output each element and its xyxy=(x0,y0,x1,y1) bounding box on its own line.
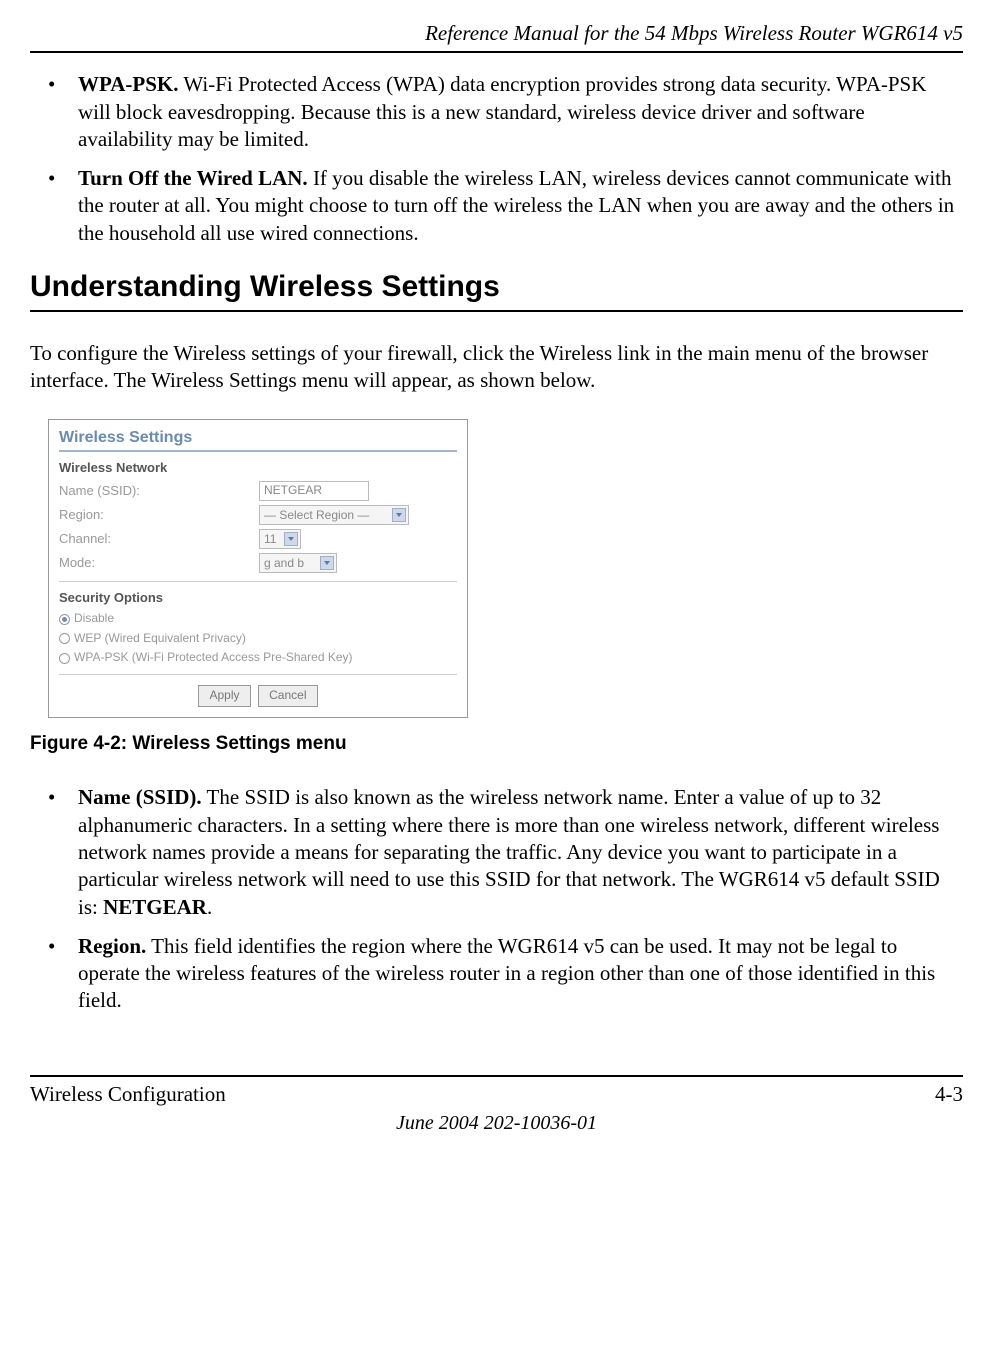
bottom-bullet-list: Name (SSID). The SSID is also known as t… xyxy=(30,784,963,1014)
radio-wpa-row[interactable]: WPA-PSK (Wi-Fi Protected Access Pre-Shar… xyxy=(59,650,457,666)
region-select[interactable]: — Select Region — xyxy=(259,505,409,525)
chevron-down-icon xyxy=(284,532,298,546)
radio-disable-row[interactable]: Disable xyxy=(59,611,457,627)
bullet-text-after: . xyxy=(207,895,212,919)
channel-value: 11 xyxy=(264,532,276,548)
ssid-row: Name (SSID): NETGEAR xyxy=(59,481,457,501)
bullet-bold: Name (SSID). xyxy=(78,785,202,809)
footer-page: 4-3 xyxy=(935,1081,963,1108)
mode-select[interactable]: g and b xyxy=(259,553,337,573)
bullet-text: This field identifies the region where t… xyxy=(78,934,935,1013)
mode-row: Mode: g and b xyxy=(59,553,457,573)
footer-row: Wireless Configuration 4-3 xyxy=(30,1081,963,1108)
bullet-bold: Turn Off the Wired LAN. xyxy=(78,166,308,190)
wireless-network-label: Wireless Network xyxy=(59,460,457,477)
panel-divider xyxy=(59,581,457,582)
radio-icon xyxy=(59,633,70,644)
panel-buttons: Apply Cancel xyxy=(59,685,457,707)
footer-date: June 2004 202-10036-01 xyxy=(30,1110,963,1136)
region-row: Region: — Select Region — xyxy=(59,505,457,525)
region-value: — Select Region — xyxy=(264,508,369,524)
top-bullet-list: WPA-PSK. Wi-Fi Protected Access (WPA) da… xyxy=(30,71,963,247)
ssid-label: Name (SSID): xyxy=(59,483,259,500)
panel-title-rule xyxy=(59,450,457,452)
mode-label: Mode: xyxy=(59,555,259,572)
chevron-down-icon xyxy=(392,508,406,522)
radio-label: WEP (Wired Equivalent Privacy) xyxy=(74,631,246,647)
figure-container: Wireless Settings Wireless Network Name … xyxy=(48,419,963,718)
channel-label: Channel: xyxy=(59,531,259,548)
list-item: Turn Off the Wired LAN. If you disable t… xyxy=(30,165,963,247)
channel-select[interactable]: 11 xyxy=(259,529,301,549)
radio-label: Disable xyxy=(74,611,114,627)
apply-button[interactable]: Apply xyxy=(198,685,250,707)
ssid-input[interactable]: NETGEAR xyxy=(259,481,369,501)
cancel-button[interactable]: Cancel xyxy=(258,685,317,707)
header-title: Reference Manual for the 54 Mbps Wireles… xyxy=(30,20,963,47)
list-item: Name (SSID). The SSID is also known as t… xyxy=(30,784,963,920)
bullet-bold: WPA-PSK. xyxy=(78,72,179,96)
list-item: Region. This field identifies the region… xyxy=(30,933,963,1015)
radio-icon xyxy=(59,614,70,625)
chevron-down-icon xyxy=(320,556,334,570)
radio-label: WPA-PSK (Wi-Fi Protected Access Pre-Shar… xyxy=(74,650,353,666)
region-label: Region: xyxy=(59,507,259,524)
radio-icon xyxy=(59,653,70,664)
channel-row: Channel: 11 xyxy=(59,529,457,549)
bullet-bold2: NETGEAR xyxy=(103,895,207,919)
wireless-settings-panel: Wireless Settings Wireless Network Name … xyxy=(48,419,468,718)
section-heading: Understanding Wireless Settings xyxy=(30,267,963,306)
panel-title: Wireless Settings xyxy=(59,428,457,449)
radio-wep-row[interactable]: WEP (Wired Equivalent Privacy) xyxy=(59,631,457,647)
footer: Wireless Configuration 4-3 June 2004 202… xyxy=(30,1075,963,1136)
bullet-bold: Region. xyxy=(78,934,146,958)
header-rule xyxy=(30,51,963,53)
intro-paragraph: To configure the Wireless settings of yo… xyxy=(30,340,963,395)
section-rule xyxy=(30,310,963,312)
mode-value: g and b xyxy=(264,556,304,572)
list-item: WPA-PSK. Wi-Fi Protected Access (WPA) da… xyxy=(30,71,963,153)
figure-caption: Figure 4-2: Wireless Settings menu xyxy=(30,732,963,757)
bullet-text: Wi-Fi Protected Access (WPA) data encryp… xyxy=(78,72,926,151)
footer-section: Wireless Configuration xyxy=(30,1081,226,1108)
security-options-label: Security Options xyxy=(59,590,457,607)
footer-rule xyxy=(30,1075,963,1077)
panel-divider xyxy=(59,674,457,675)
